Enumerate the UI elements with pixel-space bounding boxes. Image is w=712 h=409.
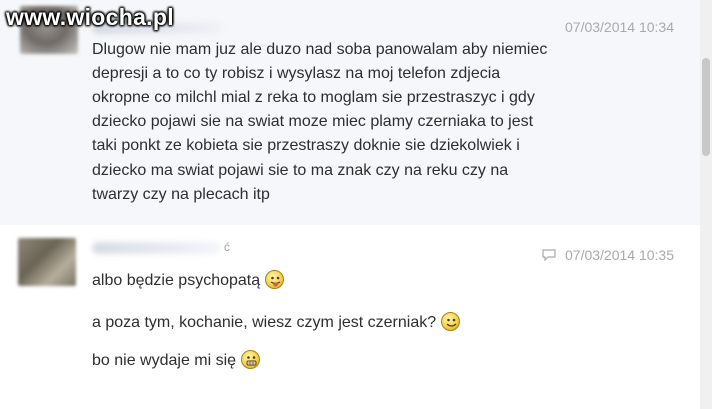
message-timestamp: 07/03/2014 10:35 (565, 247, 674, 263)
message-line: depresji a to co ty robisz i wysylasz na… (92, 65, 501, 82)
message-2: ć 07/03/2014 10:35 albo będzie psychopat… (0, 232, 700, 409)
message-1: 07/03/2014 10:34 Dlugow nie mam juz ale … (0, 0, 700, 225)
grin-emoji-icon (241, 350, 261, 369)
message-line: dziecko pojawi sie na swiat moze miec pl… (92, 113, 534, 130)
scrollbar-thumb[interactable] (702, 58, 710, 156)
message-line: taki ponkt ze kobieta sie przestraszy do… (92, 137, 520, 154)
message-text: a poza tym, kochanie, wiesz czym jest cz… (92, 314, 437, 331)
watermark-logo: www.wiocha.pl (6, 4, 174, 30)
message-text: albo będzie psychopatą (92, 272, 261, 289)
reply-icon[interactable] (542, 249, 556, 261)
avatar[interactable] (18, 238, 76, 286)
sender-name-blurred[interactable] (92, 242, 220, 254)
message-line: a poza tym, kochanie, wiesz czym jest cz… (92, 312, 461, 333)
message-line: okropne co milchl mial z reka to moglam … (92, 89, 535, 106)
message-text: bo nie wydaje mi się (92, 352, 237, 369)
message-line: dziecko ma swiat pojawi sie to ma znak c… (92, 162, 509, 179)
sender-name-fragment: ć (224, 240, 230, 254)
smiley-emoji-icon (441, 312, 461, 331)
message-timestamp: 07/03/2014 10:34 (565, 19, 674, 35)
tongue-out-emoji-icon (265, 270, 285, 289)
message-line: albo będzie psychopatą (92, 270, 285, 291)
message-line: bo nie wydaje mi się (92, 350, 261, 371)
message-line: twarzy czy na plecach itp (92, 186, 270, 203)
message-line: Dlugow nie mam juz ale duzo nad soba pan… (92, 41, 548, 58)
